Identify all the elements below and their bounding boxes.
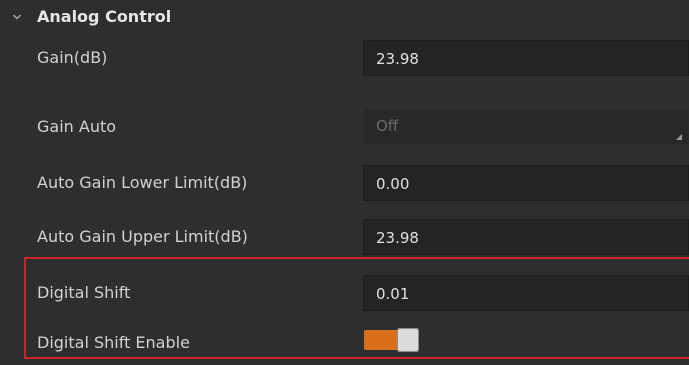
section-header[interactable]: Analog Control bbox=[0, 0, 689, 34]
digital-shift-enable-label: Digital Shift Enable bbox=[37, 333, 190, 352]
toggle-knob[interactable] bbox=[397, 328, 419, 352]
gain-label: Gain(dB) bbox=[37, 48, 108, 67]
gain-auto-dropdown[interactable]: Off bbox=[363, 109, 689, 145]
gain-value: 23.98 bbox=[376, 50, 419, 68]
gain-auto-value: Off bbox=[376, 117, 399, 135]
section-title: Analog Control bbox=[37, 7, 172, 26]
auto-gain-upper-limit-label: Auto Gain Upper Limit(dB) bbox=[37, 227, 248, 246]
toggle-track bbox=[364, 330, 400, 350]
digital-shift-label: Digital Shift bbox=[37, 283, 131, 302]
gain-auto-label: Gain Auto bbox=[37, 117, 117, 136]
chevron-down-icon[interactable] bbox=[12, 12, 22, 22]
auto-gain-lower-limit-label: Auto Gain Lower Limit(dB) bbox=[37, 173, 248, 192]
gain-field[interactable]: 23.98 bbox=[363, 40, 689, 76]
digital-shift-value: 0.01 bbox=[376, 285, 410, 303]
analog-control-panel: Analog Control Gain(dB) 23.98 Gain Auto … bbox=[0, 0, 689, 365]
digital-shift-enable-toggle[interactable] bbox=[364, 328, 420, 352]
auto-gain-lower-limit-field[interactable]: 0.00 bbox=[363, 165, 689, 201]
digital-shift-field[interactable]: 0.01 bbox=[363, 275, 689, 311]
auto-gain-upper-limit-value: 23.98 bbox=[376, 229, 419, 247]
auto-gain-lower-limit-value: 0.00 bbox=[376, 175, 410, 193]
auto-gain-upper-limit-field[interactable]: 23.98 bbox=[363, 219, 689, 255]
dropdown-corner-icon bbox=[676, 134, 682, 140]
